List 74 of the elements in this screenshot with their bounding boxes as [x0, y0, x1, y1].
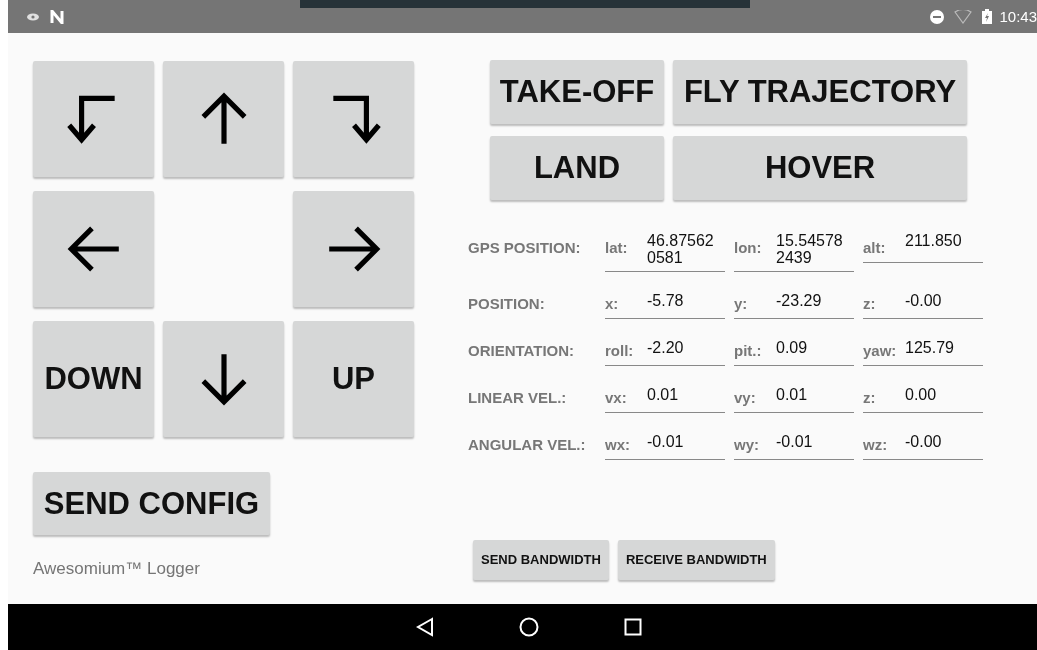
- do-not-disturb-icon: [930, 9, 945, 24]
- home-icon[interactable]: [518, 617, 539, 637]
- wifi-icon: [954, 9, 973, 24]
- action-button[interactable]: TAKE-OFF: [490, 60, 664, 124]
- field-value: -0.01: [776, 431, 813, 451]
- field-label: wz:: [863, 434, 889, 453]
- field-label: x:: [605, 293, 620, 312]
- field-label: lon:: [734, 238, 763, 256]
- field-value: -0.00: [905, 431, 942, 451]
- pad-button[interactable]: UP: [293, 321, 414, 437]
- field-value: -0.00: [905, 290, 942, 310]
- pad-button[interactable]: [293, 191, 414, 307]
- field-value: -2.20: [647, 337, 684, 357]
- field-label: y:: [734, 293, 749, 312]
- field-value: -23.29: [776, 290, 822, 310]
- field-value: -5.78: [647, 290, 684, 310]
- bandwidth-button[interactable]: RECEIVE BANDWIDTH: [617, 539, 775, 580]
- value-field[interactable]: pit.: 0.09: [734, 328, 854, 366]
- field-label: alt:: [863, 238, 887, 256]
- value-field[interactable]: wx: -0.01: [605, 422, 725, 460]
- value-field[interactable]: x: -5.78: [605, 281, 725, 319]
- battery-icon: [982, 9, 993, 24]
- pad-button[interactable]: [163, 61, 284, 177]
- pad-button[interactable]: [163, 321, 284, 437]
- value-field[interactable]: vy: 0.01: [734, 375, 854, 413]
- notification-icon: [50, 9, 64, 24]
- field-value: 211.850: [905, 233, 962, 250]
- field-value: 0.01: [776, 384, 808, 404]
- row-label: ORIENTATION:: [468, 340, 576, 359]
- field-label: roll:: [605, 340, 635, 359]
- field-value: 0.09: [776, 337, 808, 357]
- row-label: LINEAR VEL.:: [468, 387, 568, 406]
- field-label: vy:: [734, 387, 757, 406]
- action-button[interactable]: LAND: [490, 136, 664, 200]
- field-label: z:: [863, 387, 877, 406]
- field-label: wy:: [734, 434, 760, 453]
- field-value: -0.01: [647, 431, 684, 451]
- value-field[interactable]: alt: 211.850: [863, 226, 983, 263]
- field-label: lat:: [605, 238, 629, 256]
- pad-button[interactable]: [33, 191, 154, 307]
- eye-icon: [26, 11, 40, 22]
- app-name: Awesomium™ Logger: [33, 559, 200, 579]
- value-field[interactable]: roll: -2.20: [605, 328, 725, 366]
- value-field[interactable]: vx: 0.01: [605, 375, 725, 413]
- action-button[interactable]: HOVER: [673, 136, 967, 200]
- back-icon[interactable]: [415, 617, 434, 637]
- row-label: GPS POSITION:: [468, 238, 582, 256]
- field-label: wx:: [605, 434, 631, 453]
- field-value: 46.87562 0581: [647, 233, 714, 267]
- bandwidth-button[interactable]: SEND BANDWIDTH: [473, 539, 609, 580]
- field-label: pit.:: [734, 340, 763, 359]
- value-field[interactable]: lat: 46.87562 0581: [605, 226, 725, 272]
- value-field[interactable]: y: -23.29: [734, 281, 854, 319]
- pad-button[interactable]: DOWN: [33, 321, 154, 437]
- value-field[interactable]: yaw: 125.79: [863, 328, 983, 366]
- field-value: 15.54578 2439: [776, 233, 843, 267]
- value-field[interactable]: wz: -0.00: [863, 422, 983, 460]
- row-label: POSITION:: [468, 293, 546, 312]
- send-config-button[interactable]: SEND CONFIG: [33, 472, 270, 535]
- field-label: yaw:: [863, 340, 898, 359]
- recents-icon[interactable]: [623, 618, 642, 636]
- pad-button[interactable]: [33, 61, 154, 177]
- action-button[interactable]: FLY TRAJECTORY: [673, 60, 967, 124]
- field-value: 125.79: [905, 337, 954, 357]
- value-field[interactable]: z: 0.00: [863, 375, 983, 413]
- field-value: 0.01: [647, 384, 679, 404]
- field-label: vx:: [605, 387, 628, 406]
- pad-button[interactable]: [293, 61, 414, 177]
- field-label: z:: [863, 293, 877, 312]
- value-field[interactable]: wy: -0.01: [734, 422, 854, 460]
- clock-time: 10:43: [999, 8, 1037, 25]
- row-label: ANGULAR VEL.:: [468, 434, 587, 453]
- value-field[interactable]: z: -0.00: [863, 281, 983, 319]
- field-value: 0.00: [905, 384, 937, 404]
